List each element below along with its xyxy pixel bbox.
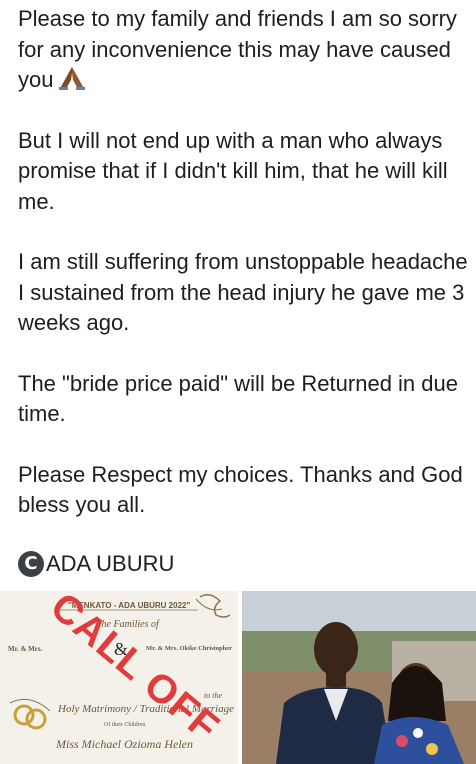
invitation-left-family: Mr. & Mrs. [8,645,43,653]
invitation-bride-name: Miss Michael Ozioma Helen [56,737,193,751]
post-images: "MENKATO - ADA UBURU 2022" The Families … [0,591,476,764]
copyright-icon: C [18,550,44,577]
post-paragraph-3: I am still suffering from unstoppable he… [18,249,468,335]
invitation-right-family: Mr. & Mrs. Okike Christopher [146,645,233,652]
post-paragraph-2: But I will not end up with a man who alw… [18,127,448,214]
post-body: Please to my family and friends I am so … [18,4,468,579]
couple-photo [242,591,476,764]
invitation-children-line: Of their Children [104,722,146,728]
post-credit: C ADA UBURU [18,549,468,580]
couple-photo-image[interactable] [242,591,476,764]
post-paragraph-4: The "bride price paid" will be Returned … [18,370,458,427]
credit-name: ADA UBURU [46,550,175,576]
post-paragraph-1: Please to my family and friends I am so … [18,4,468,96]
folded-hands-icon [57,65,87,91]
invitation-card-image[interactable]: "MENKATO - ADA UBURU 2022" The Families … [0,591,238,764]
post-paragraph-5: Please Respect my choices. Thanks and Go… [18,461,463,518]
